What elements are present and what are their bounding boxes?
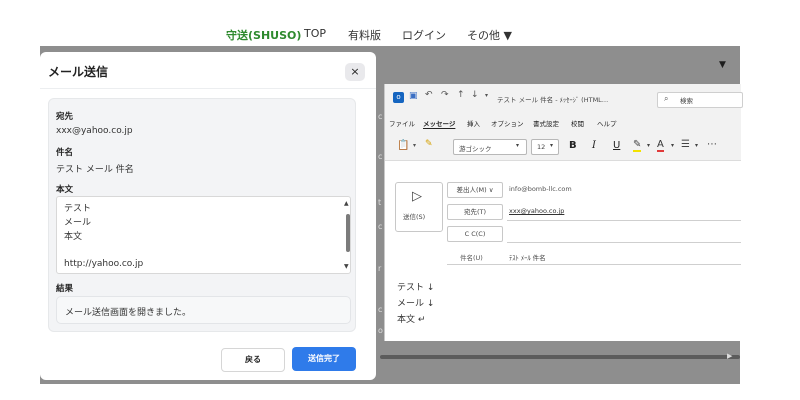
search-box[interactable]: ⌕ 検索: [657, 92, 743, 108]
partial-text: t: [378, 198, 382, 207]
partial-text: c: [378, 305, 383, 314]
close-icon[interactable]: ×: [345, 63, 365, 81]
subject-field-underline: [447, 264, 741, 265]
menu-help[interactable]: ヘルプ: [597, 118, 617, 128]
result-box: メール送信画面を開きました。: [56, 296, 351, 324]
result-label: 結果: [56, 284, 74, 294]
partial-text: o: [378, 326, 383, 335]
italic-button[interactable]: I: [592, 140, 596, 151]
send-icon: ▷: [412, 189, 422, 204]
send-button[interactable]: ▷ 送信(S): [395, 182, 443, 232]
outlook-compose-window: o ▣ ↶ ↷ ↑ ↓ ▾ テスト メール 件名 - ﾒｯｾｰｼﾞ (HTML……: [384, 84, 743, 341]
body-textarea[interactable]: テスト メール 本文 http://yahoo.co.jp ▲ ▼: [56, 196, 351, 274]
to-recipient[interactable]: xxx@yahoo.co.jp: [509, 207, 564, 215]
menu-insert[interactable]: 挿入: [467, 118, 480, 128]
redo-icon[interactable]: ↷: [441, 90, 449, 100]
save-icon[interactable]: ▣: [409, 91, 418, 101]
dialog-divider: [40, 88, 376, 89]
format-painter-icon[interactable]: ✎: [425, 139, 433, 149]
partial-text: c: [378, 152, 383, 161]
to-field-underline: [507, 220, 741, 221]
nav-more-menu[interactable]: その他 ▼: [467, 27, 512, 43]
body-line: http://yahoo.co.jp: [64, 259, 144, 269]
scroll-right-icon[interactable]: ▶: [727, 352, 732, 360]
nav-brand-link[interactable]: 守送(SHUSO): [226, 27, 301, 43]
ribbon-divider: [385, 160, 741, 161]
cc-button[interactable]: C C(C): [447, 226, 503, 242]
menu-options[interactable]: オプション: [491, 118, 524, 128]
top-nav: 守送(SHUSO) TOP 有料版 ログイン その他 ▼: [40, 22, 740, 46]
bullet-list-icon[interactable]: ☰: [681, 139, 690, 150]
highlight-icon[interactable]: ✎: [633, 139, 642, 152]
chevron-down-icon[interactable]: ▾: [647, 142, 650, 149]
paste-dropdown-icon[interactable]: ▾: [413, 142, 416, 149]
body-line: メール: [64, 218, 92, 228]
arrow-down-icon[interactable]: ↓: [471, 90, 479, 100]
compose-body-line[interactable]: 本文 ↵: [397, 312, 425, 325]
search-icon: ⌕: [664, 94, 669, 103]
compose-body-line[interactable]: メール ↓: [397, 296, 434, 309]
customize-toolbar-icon[interactable]: ▾: [485, 92, 488, 99]
result-text: メール送信画面を開きました。: [65, 308, 192, 318]
window-title: テスト メール 件名 - ﾒｯｾｰｼﾞ (HTML…: [497, 96, 609, 104]
to-value: xxx@yahoo.co.jp: [56, 126, 133, 136]
subject-label: 件名(U): [460, 254, 483, 262]
bold-button[interactable]: B: [569, 140, 577, 151]
mail-details-panel: 宛先 xxx@yahoo.co.jp 件名 テスト メール 件名 本文 テスト …: [48, 98, 356, 332]
font-family-select[interactable]: 游ゴシック ▾: [453, 139, 527, 155]
horizontal-scrollbar[interactable]: [380, 355, 740, 359]
more-options-icon[interactable]: ⋯: [707, 139, 717, 150]
nav-login-link[interactable]: ログイン: [402, 27, 446, 43]
font-family-value: 游ゴシック: [459, 145, 492, 153]
menu-file[interactable]: ファイル: [389, 118, 415, 128]
font-size-select[interactable]: 12 ▾: [531, 139, 559, 155]
cc-field-underline: [507, 242, 741, 243]
body-line: 本文: [64, 232, 83, 242]
send-label: 送信(S): [403, 213, 426, 221]
back-button[interactable]: 戻る: [221, 348, 285, 372]
arrow-up-icon[interactable]: ↑: [457, 90, 465, 100]
outlook-menu-bar: ファイル メッセージ 挿入 オプション 書式設定 校閲 ヘルプ: [385, 112, 741, 132]
scroll-down-icon[interactable]: ▼: [344, 263, 349, 270]
chevron-down-icon[interactable]: ▾: [695, 142, 698, 149]
mail-send-dialog: メール送信 × 宛先 xxx@yahoo.co.jp 件名 テスト メール 件名…: [40, 52, 376, 380]
menu-format[interactable]: 書式設定: [533, 118, 559, 128]
font-color-icon[interactable]: A: [657, 139, 664, 152]
to-button[interactable]: 宛先(T): [447, 204, 503, 220]
chevron-down-icon: ▾: [550, 142, 554, 149]
outlook-titlebar: o ▣ ↶ ↷ ↑ ↓ ▾ テスト メール 件名 - ﾒｯｾｰｼﾞ (HTML……: [385, 84, 743, 112]
partial-text: c: [378, 222, 383, 231]
body-line: テスト: [64, 204, 92, 214]
backdrop-dropdown-icon: ▼: [719, 60, 726, 70]
body-label: 本文: [56, 185, 74, 195]
scroll-up-icon[interactable]: ▲: [344, 200, 349, 207]
underline-button[interactable]: U: [613, 140, 620, 151]
nav-top-link[interactable]: TOP: [304, 27, 326, 40]
to-label: 宛先: [56, 112, 74, 122]
search-placeholder: 検索: [680, 97, 693, 105]
compose-body-line[interactable]: テスト ↓: [397, 280, 434, 293]
subject-field[interactable]: ﾃｽﾄ ﾒｰﾙ 件名: [509, 252, 546, 262]
textarea-scrollbar-thumb[interactable]: [346, 214, 350, 252]
from-value: info@bomb-llc.com: [509, 185, 572, 193]
chevron-down-icon: ▾: [516, 142, 520, 149]
chevron-down-icon[interactable]: ▾: [671, 142, 674, 149]
menu-message[interactable]: メッセージ: [423, 118, 455, 128]
partial-text: r: [378, 264, 382, 273]
send-complete-button[interactable]: 送信完了: [292, 347, 356, 371]
subject-label: 件名: [56, 148, 74, 158]
subject-value: テスト メール 件名: [56, 165, 134, 175]
paste-icon[interactable]: 📋: [397, 140, 409, 151]
nav-paid-link[interactable]: 有料版: [348, 27, 381, 43]
partial-text: c: [378, 112, 383, 121]
dialog-title: メール送信: [48, 65, 109, 79]
font-size-value: 12: [537, 143, 546, 151]
undo-icon[interactable]: ↶: [425, 90, 433, 100]
from-button[interactable]: 差出人(M) ∨: [447, 182, 503, 198]
menu-review[interactable]: 校閲: [571, 118, 584, 128]
outlook-app-icon: o: [393, 92, 404, 103]
